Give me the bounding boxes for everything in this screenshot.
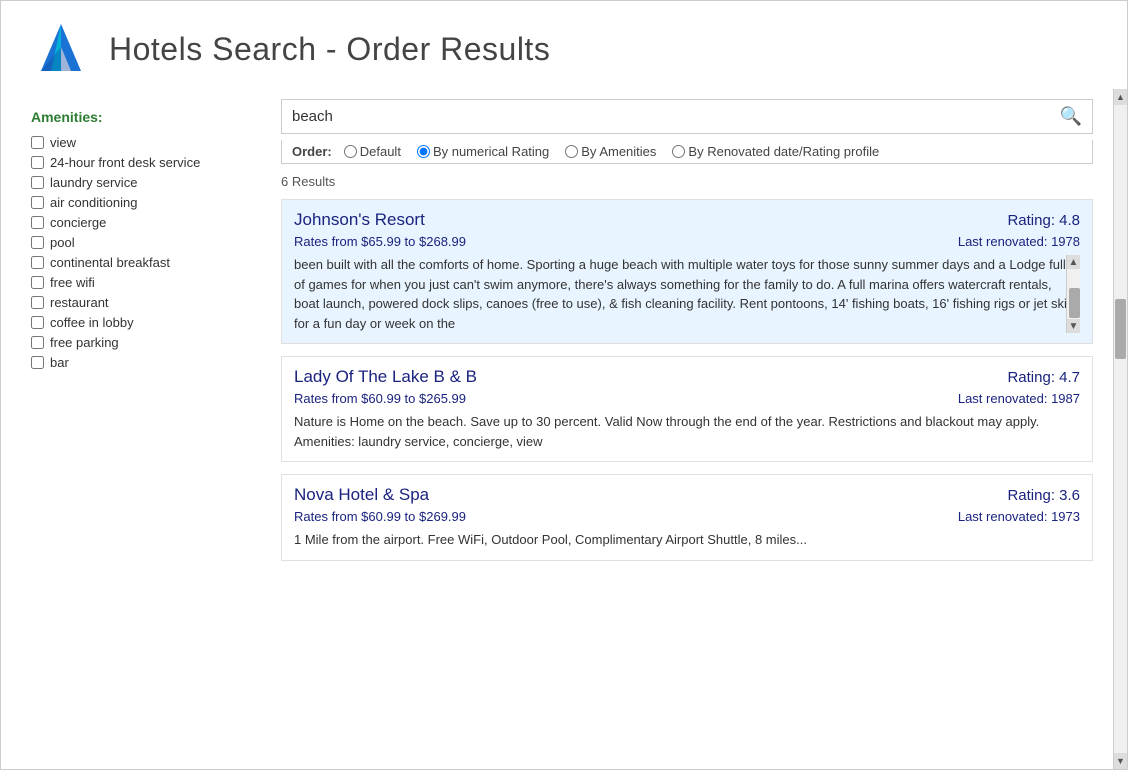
hotel-rating: Rating: 4.8 xyxy=(1007,212,1080,229)
amenity-label: coffee in lobby xyxy=(50,315,134,330)
amenity-item: continental breakfast xyxy=(31,255,241,270)
amenity-checkbox-bar[interactable] xyxy=(31,356,44,369)
scrollbar-down-button[interactable]: ▼ xyxy=(1114,753,1128,769)
amenity-checkbox-continental-breakfast[interactable] xyxy=(31,256,44,269)
hotel-card: Lady Of The Lake B & B Rating: 4.7 Rates f… xyxy=(281,356,1093,462)
amenities-title: Amenities: xyxy=(31,109,241,125)
amenity-item: bar xyxy=(31,355,241,370)
hotel-rates: Rates from $60.99 to $269.99 xyxy=(294,509,466,524)
amenity-checkbox-laundry-service[interactable] xyxy=(31,176,44,189)
content-area: 🔍 Order: Default By numerical Rating By … xyxy=(261,89,1113,769)
order-radio-amenities[interactable] xyxy=(565,145,578,158)
amenity-item: view xyxy=(31,135,241,150)
hotel-description: Nature is Home on the beach. Save up to … xyxy=(294,412,1080,451)
hotel-card-header: Johnson's Resort Rating: 4.8 xyxy=(294,210,1080,230)
hotel-card: Nova Hotel & Spa Rating: 3.6 Rates from $6… xyxy=(281,474,1093,561)
search-button[interactable]: 🔍 xyxy=(1060,106,1082,127)
amenity-checkbox-air-conditioning[interactable] xyxy=(31,196,44,209)
amenity-label: pool xyxy=(50,235,75,250)
page-scrollbar[interactable]: ▲ ▼ xyxy=(1113,89,1127,769)
order-row: Order: Default By numerical Rating By Am… xyxy=(281,140,1093,164)
amenity-label: free parking xyxy=(50,335,119,350)
hotel-rates: Rates from $60.99 to $265.99 xyxy=(294,391,466,406)
hotel-desc-area: Nature is Home on the beach. Save up to … xyxy=(294,412,1080,451)
amenity-label: restaurant xyxy=(50,295,109,310)
amenity-label: air conditioning xyxy=(50,195,137,210)
hotel-rating: Rating: 4.7 xyxy=(1007,369,1080,386)
hotel-card-scrollbar[interactable]: ▲▼ xyxy=(1066,255,1080,333)
hotel-card-scroll-up[interactable]: ▲ xyxy=(1067,255,1080,269)
hotel-desc-area: 1 Mile from the airport. Free WiFi, Outd… xyxy=(294,530,1080,550)
results-list: Johnson's Resort Rating: 4.8 Rates from $6… xyxy=(281,199,1093,759)
hotel-description: 1 Mile from the airport. Free WiFi, Outd… xyxy=(294,530,1080,550)
order-option-amenities[interactable]: By Amenities xyxy=(565,144,656,159)
hotel-description: been built with all the comforts of home… xyxy=(294,255,1080,333)
search-bar: 🔍 xyxy=(281,99,1093,134)
amenity-checkbox-24-hour-front-desk-service[interactable] xyxy=(31,156,44,169)
hotel-card-header: Lady Of The Lake B & B Rating: 4.7 xyxy=(294,367,1080,387)
hotel-name[interactable]: Lady Of The Lake B & B xyxy=(294,367,477,387)
hotel-cards: Johnson's Resort Rating: 4.8 Rates from $6… xyxy=(281,199,1093,561)
amenity-label: free wifi xyxy=(50,275,95,290)
order-option-default[interactable]: Default xyxy=(344,144,401,159)
app-logo-icon xyxy=(31,19,91,79)
order-option-renovated[interactable]: By Renovated date/Rating profile xyxy=(672,144,879,159)
sidebar: Amenities: view 24-hour front desk servic… xyxy=(1,89,261,769)
scrollbar-track xyxy=(1114,105,1127,753)
amenity-label: 24-hour front desk service xyxy=(50,155,200,170)
amenity-item: free parking xyxy=(31,335,241,350)
hotel-rates-row: Rates from $65.99 to $268.99 Last renovat… xyxy=(294,234,1080,249)
amenity-checkbox-concierge[interactable] xyxy=(31,216,44,229)
hotel-card-scroll-thumb[interactable] xyxy=(1069,288,1080,318)
hotel-rates: Rates from $65.99 to $268.99 xyxy=(294,234,466,249)
amenity-item: 24-hour front desk service xyxy=(31,155,241,170)
main-area: Amenities: view 24-hour front desk servic… xyxy=(1,89,1127,769)
search-input[interactable] xyxy=(292,108,1060,125)
order-radio-default[interactable] xyxy=(344,145,357,158)
hotel-renovated: Last renovated: 1987 xyxy=(958,391,1080,406)
amenity-item: laundry service xyxy=(31,175,241,190)
hotel-rates-row: Rates from $60.99 to $265.99 Last renovat… xyxy=(294,391,1080,406)
amenity-checkbox-view[interactable] xyxy=(31,136,44,149)
order-radio-rating[interactable] xyxy=(417,145,430,158)
results-count: 6 Results xyxy=(281,174,1093,189)
order-label: Order: xyxy=(292,144,332,159)
amenity-item: pool xyxy=(31,235,241,250)
order-option-rating[interactable]: By numerical Rating xyxy=(417,144,549,159)
hotel-name[interactable]: Nova Hotel & Spa xyxy=(294,485,429,505)
hotel-name[interactable]: Johnson's Resort xyxy=(294,210,425,230)
hotel-card: Johnson's Resort Rating: 4.8 Rates from $6… xyxy=(281,199,1093,344)
amenity-checkbox-coffee-in-lobby[interactable] xyxy=(31,316,44,329)
hotel-renovated: Last renovated: 1973 xyxy=(958,509,1080,524)
amenity-label: concierge xyxy=(50,215,106,230)
amenity-item: restaurant xyxy=(31,295,241,310)
scrollbar-up-button[interactable]: ▲ xyxy=(1114,89,1128,105)
amenity-checkbox-free-wifi[interactable] xyxy=(31,276,44,289)
amenity-item: coffee in lobby xyxy=(31,315,241,330)
amenity-list: view 24-hour front desk service laundry se… xyxy=(31,135,241,370)
amenity-checkbox-restaurant[interactable] xyxy=(31,296,44,309)
amenity-label: view xyxy=(50,135,76,150)
search-bar-container: 🔍 Order: Default By numerical Rating By … xyxy=(281,99,1093,164)
amenity-label: laundry service xyxy=(50,175,137,190)
amenity-checkbox-pool[interactable] xyxy=(31,236,44,249)
amenity-label: bar xyxy=(50,355,69,370)
amenity-item: air conditioning xyxy=(31,195,241,210)
hotel-rates-row: Rates from $60.99 to $269.99 Last renovat… xyxy=(294,509,1080,524)
hotel-card-header: Nova Hotel & Spa Rating: 3.6 xyxy=(294,485,1080,505)
amenity-checkbox-free-parking[interactable] xyxy=(31,336,44,349)
hotel-renovated: Last renovated: 1978 xyxy=(958,234,1080,249)
order-radio-renovated[interactable] xyxy=(672,145,685,158)
amenity-label: continental breakfast xyxy=(50,255,170,270)
amenity-item: concierge xyxy=(31,215,241,230)
hotel-card-scroll-down[interactable]: ▼ xyxy=(1067,319,1080,333)
hotel-rating: Rating: 3.6 xyxy=(1007,487,1080,504)
header: Hotels Search - Order Results xyxy=(1,1,1127,89)
amenity-item: free wifi xyxy=(31,275,241,290)
page-title: Hotels Search - Order Results xyxy=(109,31,550,68)
hotel-desc-area: been built with all the comforts of home… xyxy=(294,255,1080,333)
scrollbar-thumb[interactable] xyxy=(1115,299,1126,359)
